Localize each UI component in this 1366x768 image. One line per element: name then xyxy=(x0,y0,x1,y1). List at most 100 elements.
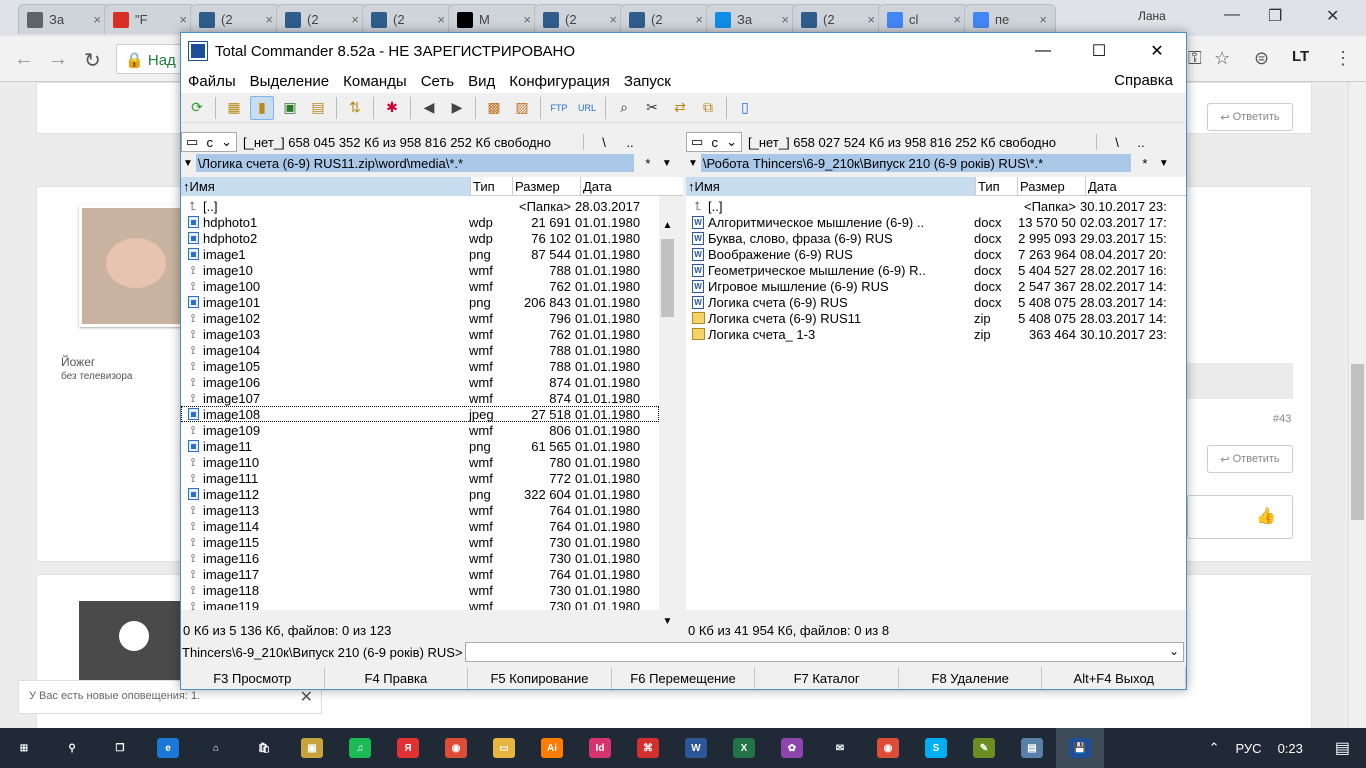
browser-tab[interactable]: M × xyxy=(448,4,540,34)
file-row[interactable]: ⟟ image111 wmf 772 01.01.1980 xyxy=(181,470,659,486)
browser-tab[interactable]: (2 × xyxy=(534,4,626,34)
history-dropdown-icon[interactable]: ▼ xyxy=(688,158,698,169)
browser-tab[interactable]: (2 × xyxy=(190,4,282,34)
close-icon[interactable]: × xyxy=(867,12,875,27)
file-row[interactable]: ⟟ image116 wmf 730 01.01.1980 xyxy=(181,550,659,566)
close-icon[interactable]: × xyxy=(781,12,789,27)
close-icon[interactable]: × xyxy=(953,12,961,27)
illustrator-icon[interactable]: Ai xyxy=(528,728,576,768)
file-row[interactable]: Логика счета (6-9) RUS11 zip 5 408 075 28.0… xyxy=(686,310,1186,326)
right-filter-star[interactable]: * xyxy=(1131,156,1159,171)
paint-icon[interactable]: ✎ xyxy=(960,728,1008,768)
tc-minimize-button[interactable]: — xyxy=(1015,33,1071,69)
full-view-icon[interactable]: ▮ xyxy=(250,95,274,120)
left-col-name[interactable]: ↑ Имя xyxy=(181,177,471,196)
history-dropdown-icon[interactable]: ▼ xyxy=(183,158,193,169)
fkey-button[interactable]: F7 Каталог xyxy=(755,667,899,689)
browser-tab[interactable]: (2 × xyxy=(362,4,454,34)
sync-dirs-icon[interactable]: ⇄ xyxy=(668,96,692,120)
file-row[interactable]: ⟟ image115 wmf 730 01.01.1980 xyxy=(181,534,659,550)
file-row[interactable]: Логика счета_ 1-3 zip 363 464 30.10.2017 23… xyxy=(686,326,1186,342)
menu-item[interactable]: Вид xyxy=(461,73,502,90)
app-icon[interactable]: ▣ xyxy=(288,728,336,768)
edge-icon[interactable]: e xyxy=(144,728,192,768)
close-icon[interactable]: × xyxy=(695,12,703,27)
forward-icon[interactable]: ▶ xyxy=(445,96,469,120)
post-author[interactable]: Йожег xyxy=(61,355,95,369)
reply-button[interactable]: ↩ Ответить xyxy=(1207,103,1293,131)
menu-item[interactable]: Команды xyxy=(336,73,414,90)
menu-item[interactable]: Запуск xyxy=(617,73,678,90)
tc-close-button[interactable]: ✕ xyxy=(1129,33,1185,69)
bookmark-star-icon[interactable]: ☆ xyxy=(1214,48,1230,69)
file-row[interactable]: ⟟ image114 wmf 764 01.01.1980 xyxy=(181,518,659,534)
file-row[interactable]: ⮤ [..] <Папка> 28.03.2017 xyxy=(181,198,659,214)
task-view-button[interactable]: ❐ xyxy=(96,728,144,768)
file-row[interactable]: W Логика счета (6-9) RUS docx 5 408 075 28.0… xyxy=(686,294,1186,310)
right-root-button[interactable]: \ xyxy=(1105,135,1129,150)
tc-maximize-button[interactable]: ☐ xyxy=(1071,33,1127,69)
menu-item[interactable]: Сеть xyxy=(414,73,461,90)
fkey-button[interactable]: F8 Удаление xyxy=(899,667,1043,689)
tree-icon[interactable]: ▤ xyxy=(306,96,330,120)
close-icon[interactable]: × xyxy=(179,12,187,27)
refresh-icon[interactable]: ⟳ xyxy=(185,96,209,120)
file-row[interactable]: ⟟ image109 wmf 806 01.01.1980 xyxy=(181,422,659,438)
right-path[interactable]: \Робота Thincers\6-9_210к\Випуск 210 (6-… xyxy=(700,154,1131,172)
fkey-button[interactable]: F3 Просмотр xyxy=(181,667,325,689)
file-row[interactable]: ⟟ image117 wmf 764 01.01.1980 xyxy=(181,566,659,582)
right-col-size[interactable]: Размер xyxy=(1018,177,1086,196)
invert-selection-icon[interactable]: ⇅ xyxy=(343,96,367,120)
browser-tab[interactable]: пе × xyxy=(964,4,1056,34)
pack-icon[interactable]: ▩ xyxy=(482,96,506,120)
chevron-up-icon[interactable]: ⌃ xyxy=(1209,740,1220,756)
multi-rename-icon[interactable]: ✂ xyxy=(640,96,664,120)
web-scrollbar[interactable] xyxy=(1348,82,1366,728)
search-button[interactable]: ⚲ xyxy=(48,728,96,768)
browser-tab[interactable]: За × xyxy=(706,4,798,34)
file-row[interactable]: ⟟ image118 wmf 730 01.01.1980 xyxy=(181,582,659,598)
close-icon[interactable]: × xyxy=(609,12,617,27)
file-row[interactable]: ⟟ image103 wmf 762 01.01.1980 xyxy=(181,326,659,342)
chrome-icon[interactable]: ◉ xyxy=(432,728,480,768)
skype-icon[interactable]: S xyxy=(912,728,960,768)
unpack-icon[interactable]: ▨ xyxy=(510,96,534,120)
thumbnails-icon[interactable]: ▣ xyxy=(278,96,302,120)
left-root-button[interactable]: \ xyxy=(592,135,616,150)
close-icon[interactable]: × xyxy=(523,12,531,27)
colorful-app-icon[interactable]: ✿ xyxy=(768,728,816,768)
left-drive-select[interactable]: ▭ c ⌄ xyxy=(181,132,237,152)
file-row[interactable]: image112 png 322 604 01.01.1980 xyxy=(181,486,659,502)
right-file-list[interactable]: ⮤ [..] <Папка> 30.10.2017 23: W Алгоритмическ… xyxy=(686,196,1186,610)
file-row[interactable]: ⟟ image104 wmf 788 01.01.1980 xyxy=(181,342,659,358)
language-indicator[interactable]: РУС xyxy=(1236,741,1262,756)
close-icon[interactable]: × xyxy=(93,12,101,27)
browser-tab[interactable]: (2 × xyxy=(620,4,712,34)
like-button[interactable]: 👍 xyxy=(1187,495,1293,539)
languagetool-icon[interactable]: LT xyxy=(1292,48,1309,65)
file-row[interactable]: W Алгоритмическое мышление (6-9) .. docx 13… xyxy=(686,214,1186,230)
close-icon[interactable]: × xyxy=(437,12,445,27)
url-icon[interactable]: URL xyxy=(575,96,599,120)
scroll-up-icon[interactable]: ▲ xyxy=(659,217,676,235)
word-icon[interactable]: W xyxy=(672,728,720,768)
browser-user-name[interactable]: Лана xyxy=(1138,9,1166,23)
acrobat-icon[interactable]: ⌘ xyxy=(624,728,672,768)
file-row[interactable]: hdphoto2 wdp 76 102 01.01.1980 xyxy=(181,230,659,246)
file-row[interactable]: ⟟ image119 wmf 730 01.01.1980 xyxy=(181,598,659,611)
browser-close-button[interactable]: ✕ xyxy=(1326,6,1339,26)
back-icon[interactable]: ◀ xyxy=(417,96,441,120)
fkey-button[interactable]: F6 Перемещение xyxy=(612,667,756,689)
fkey-button[interactable]: F4 Правка xyxy=(325,667,469,689)
file-row[interactable]: image11 png 61 565 01.01.1980 xyxy=(181,438,659,454)
forward-arrow-icon[interactable]: → xyxy=(48,48,68,71)
fkey-button[interactable]: Alt+F4 Выход xyxy=(1042,667,1187,689)
close-icon[interactable]: × xyxy=(351,12,359,27)
select-icon[interactable]: ✱ xyxy=(380,96,404,120)
file-row[interactable]: ⟟ image107 wmf 874 01.01.1980 xyxy=(181,390,659,406)
left-file-list[interactable]: ⮤ [..] <Папка> 28.03.2017 hdphoto1 wdp 21 691 0… xyxy=(181,196,659,610)
left-filter-star[interactable]: * xyxy=(634,156,662,171)
browser-minimize-button[interactable]: — xyxy=(1224,6,1240,24)
right-col-date[interactable]: Дата xyxy=(1086,177,1186,196)
left-path[interactable]: \Логика счета (6-9) RUS11.zip\word\media… xyxy=(195,154,634,172)
